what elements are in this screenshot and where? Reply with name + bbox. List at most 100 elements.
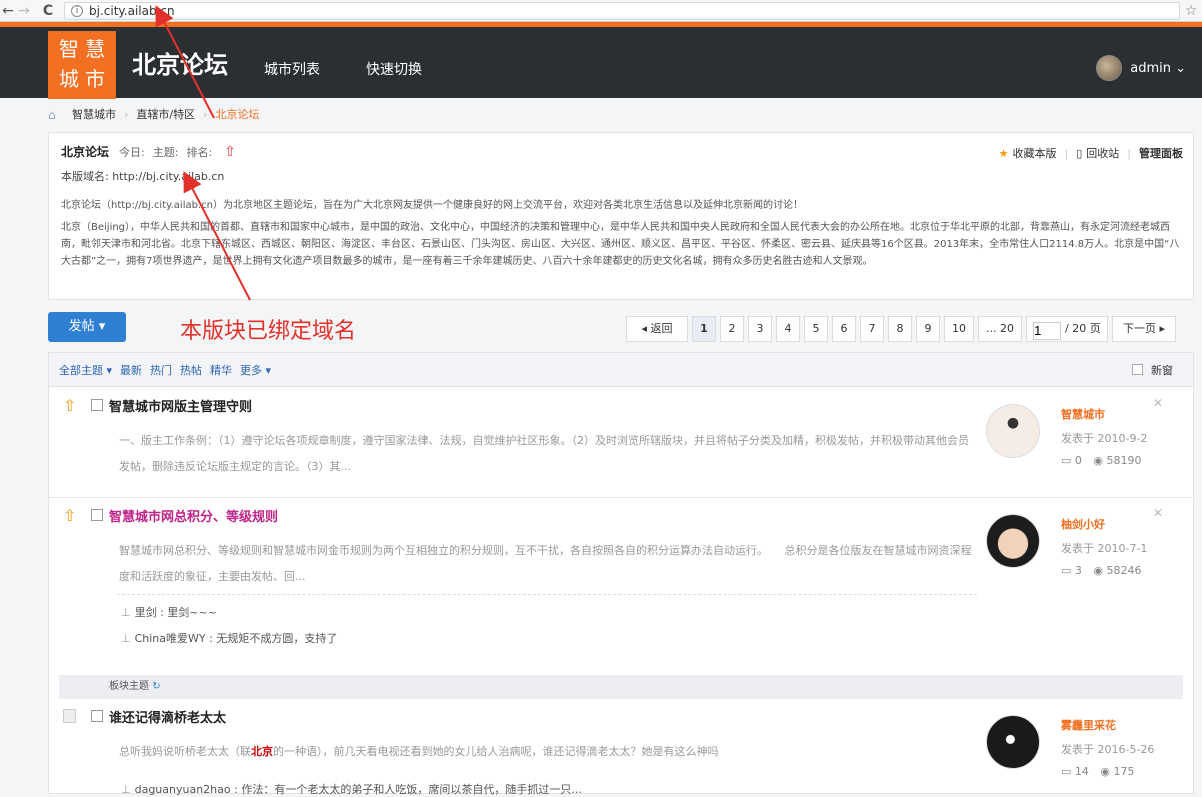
breadcrumb: ⌂ 智慧城市 › 直辖市/特区 › 北京论坛 <box>48 106 260 123</box>
back-icon[interactable]: ← <box>0 3 16 19</box>
page-2[interactable]: 2 <box>720 316 744 342</box>
close-icon[interactable]: ✕ <box>1153 506 1163 520</box>
summary-text: 总听我妈说听桥老太太（联 <box>119 745 251 758</box>
thread-title[interactable]: 智慧城市网版主管理守则 <box>109 396 252 415</box>
reply-user[interactable]: daguanyuan2hao <box>135 783 231 796</box>
reply-count: 14 <box>1074 765 1089 778</box>
view-count: 175 <box>1113 765 1135 778</box>
table-row[interactable]: ⇧ 智慧城市网版主管理守则 一、版主工作条例：（1）遵守论坛各项规章制度，遵守国… <box>49 388 1195 498</box>
thread-list: 全部主题 ▾ 最新 热门 热帖 精华 更多 ▾ 新窗 ⇧ 智慧城市网版主管理守则… <box>48 352 1195 796</box>
bookmark-star-icon[interactable]: ☆ <box>1180 3 1202 19</box>
forum-intro: 北京论坛（http://bj.city.ailab.cn）为北京地区主题论坛，旨… <box>61 200 803 211</box>
breadcrumb-current[interactable]: 北京论坛 <box>216 106 260 122</box>
reply-user[interactable]: China唯爱WY <box>135 632 206 645</box>
thread-author[interactable]: 智慧城市 <box>1061 406 1105 422</box>
forward-icon[interactable]: → <box>16 3 32 19</box>
pagination: ◂ 返回 1 2 3 4 5 6 7 8 9 10 ... 20 / 20 页 … <box>626 316 1180 342</box>
forum-title[interactable]: 北京论坛 <box>132 45 228 80</box>
thread-filters: 全部主题 ▾ 最新 热门 热帖 精华 更多 ▾ 新窗 <box>49 353 1193 387</box>
reply-count: 0 <box>1074 454 1082 467</box>
address-bar[interactable]: i bj.city.ailab.cn <box>64 1 1180 20</box>
nav-quick-switch[interactable]: 快速切换 <box>366 59 422 79</box>
section-header: 板块主题 ↻ <box>59 675 1183 699</box>
new-window-label: 新窗 <box>1151 363 1173 377</box>
page-10[interactable]: 10 <box>944 316 974 342</box>
avatar[interactable] <box>986 404 1040 458</box>
breadcrumb-item[interactable]: 智慧城市 <box>72 106 116 122</box>
thread-title[interactable]: 谁还记得滴桥老太太 <box>109 707 226 726</box>
thread-title[interactable]: 智慧城市网总积分、等级规则 <box>109 506 278 525</box>
avatar[interactable] <box>1096 55 1123 81</box>
next-page-button[interactable]: 下一页 ▸ <box>1112 316 1176 342</box>
new-window-toggle[interactable]: 新窗 <box>1132 362 1181 378</box>
thread-summary: 智慧城市网总积分、等级规则和智慧城市网金币规则为两个互相独立的积分规则，互不干扰… <box>119 544 972 583</box>
page-total: / 20 页 <box>1065 322 1101 335</box>
page-back-button[interactable]: ◂ 返回 <box>626 316 688 342</box>
filter-more[interactable]: 更多 ▾ <box>240 362 271 378</box>
page-jump: / 20 页 <box>1026 316 1108 342</box>
new-post-button[interactable]: 发帖 ▾ <box>48 312 126 342</box>
site-logo[interactable]: 智 慧 城 市 <box>48 31 116 99</box>
view-count-icon: ◉ <box>1093 454 1104 467</box>
domain-bound-annotation: 本版块已绑定域名 <box>180 319 357 344</box>
nav-city-list[interactable]: 城市列表 <box>264 59 320 79</box>
view-count-icon: ◉ <box>1100 765 1111 778</box>
page-last[interactable]: ... 20 <box>978 316 1022 342</box>
summary-text: 的一种语），前几天看电视还看到她的女儿给人治病呢，谁还记得滴老太太？她是有这么神… <box>273 745 719 758</box>
thread-checkbox[interactable] <box>91 710 103 722</box>
favorite-forum-link[interactable]: 收藏本版 <box>1013 145 1057 161</box>
thread-summary: 总听我妈说听桥老太太（联北京的一种语），前几天看电视还看到她的女儿给人治病呢，谁… <box>119 739 977 765</box>
filter-digest[interactable]: 精华 <box>210 362 232 378</box>
table-row[interactable]: ⇧ 智慧城市网总积分、等级规则 智慧城市网总积分、等级规则和智慧城市网金币规则为… <box>49 498 1195 674</box>
page-4[interactable]: 4 <box>776 316 800 342</box>
page-9[interactable]: 9 <box>916 316 940 342</box>
view-count: 58246 <box>1106 564 1142 577</box>
person-icon: ⊥ <box>121 783 131 796</box>
recycle-bin-link[interactable]: 回收站 <box>1086 145 1119 161</box>
user-name[interactable]: admin ⌄ <box>1130 61 1186 76</box>
page-6[interactable]: 6 <box>832 316 856 342</box>
divider: | <box>1127 146 1131 160</box>
breadcrumb-item[interactable]: 直辖市/特区 <box>136 106 195 122</box>
reply-preview: ⊥ 里剑 : 里剑~~~ <box>121 606 217 619</box>
page-3[interactable]: 3 <box>748 316 772 342</box>
admin-panel-link[interactable]: 管理面板 <box>1139 145 1183 161</box>
filter-latest[interactable]: 最新 <box>120 362 142 378</box>
info-icon[interactable]: i <box>71 4 83 17</box>
person-icon: ⊥ <box>121 632 131 645</box>
view-count-icon: ◉ <box>1093 564 1104 577</box>
logo-line-1: 智 慧 <box>58 37 106 61</box>
avatar[interactable] <box>986 715 1040 769</box>
close-icon[interactable]: ✕ <box>1153 396 1163 410</box>
thread-author[interactable]: 雾霾里采花 <box>1061 717 1116 733</box>
reply-count-icon: ▭ <box>1061 454 1072 467</box>
document-icon <box>63 709 76 723</box>
filter-all[interactable]: 全部主题 ▾ <box>59 362 112 378</box>
page-jump-input[interactable] <box>1033 321 1061 340</box>
url-text: bj.city.ailab.cn <box>89 3 175 18</box>
thread-author[interactable]: 柚剑小好 <box>1061 516 1105 532</box>
page-5[interactable]: 5 <box>804 316 828 342</box>
reload-icon[interactable]: C <box>40 3 56 19</box>
reply-user[interactable]: 里剑 <box>135 606 157 619</box>
divider: | <box>1064 146 1069 160</box>
page-1[interactable]: 1 <box>692 316 716 342</box>
home-icon[interactable]: ⌂ <box>48 108 62 122</box>
thread-checkbox[interactable] <box>91 399 103 411</box>
filter-hot-posts[interactable]: 热帖 <box>180 362 202 378</box>
refresh-icon[interactable]: ↻ <box>152 681 160 692</box>
rank-label: 排名: <box>186 145 213 159</box>
page-8[interactable]: 8 <box>888 316 912 342</box>
section-label: 板块主题 <box>109 681 149 692</box>
thread-checkbox[interactable] <box>91 509 103 521</box>
reply-count: 3 <box>1074 564 1082 577</box>
thread-date: 发表于 2016-5-26 <box>1061 743 1155 756</box>
forum-name: 北京论坛 <box>61 145 110 159</box>
avatar[interactable] <box>986 514 1040 568</box>
user-menu[interactable]: admin ⌄ <box>1096 55 1186 81</box>
table-row[interactable]: 谁还记得滴桥老太太 总听我妈说听桥老太太（联北京的一种语），前几天看电视还看到她… <box>49 699 1195 796</box>
filter-hot[interactable]: 热门 <box>150 362 172 378</box>
view-count: 58190 <box>1106 454 1142 467</box>
page-7[interactable]: 7 <box>860 316 884 342</box>
new-window-checkbox[interactable] <box>1132 364 1143 375</box>
